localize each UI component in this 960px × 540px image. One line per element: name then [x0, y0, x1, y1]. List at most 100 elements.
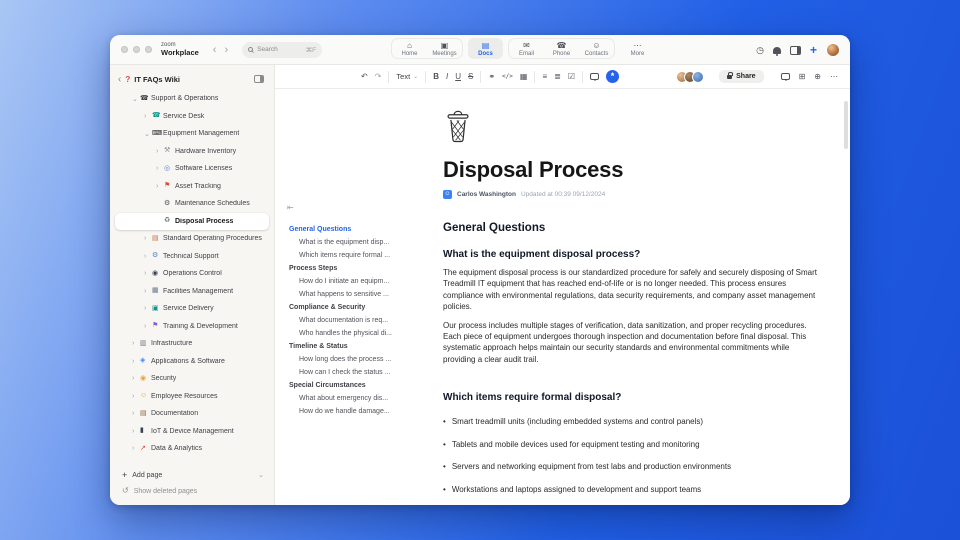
- chevron-right-icon[interactable]: ›: [144, 288, 152, 295]
- forward-icon[interactable]: ›: [224, 44, 228, 55]
- toc-item-general-questions[interactable]: General Questions: [285, 223, 435, 236]
- toc-item-process-steps[interactable]: Process Steps: [285, 262, 435, 275]
- apps-grid-icon[interactable]: ⊞: [799, 72, 806, 82]
- sidebar-item-security[interactable]: › ◉ Security: [110, 370, 274, 388]
- chevron-right-icon[interactable]: ›: [144, 323, 152, 330]
- search-input[interactable]: Search ⌘F: [242, 41, 323, 58]
- globe-icon[interactable]: ⊕: [814, 72, 821, 82]
- toc-item-how-do-i-initiate-an-equipm[interactable]: How do I initiate an equipm...: [285, 275, 435, 288]
- tab-email[interactable]: ✉ Email: [509, 39, 544, 58]
- more-options-icon[interactable]: ⋯: [830, 72, 838, 82]
- back-icon[interactable]: ‹: [213, 44, 217, 55]
- chevron-right-icon[interactable]: ›: [132, 358, 140, 365]
- toc-item-timeline-status[interactable]: Timeline & Status: [285, 340, 435, 353]
- comments-panel-icon[interactable]: [780, 73, 790, 81]
- chevron-right-icon[interactable]: ›: [132, 393, 140, 400]
- underline-button[interactable]: U: [455, 72, 461, 82]
- chevron-right-icon[interactable]: ›: [156, 183, 164, 190]
- toc-item-special-circumstances[interactable]: Special Circumstances: [285, 379, 435, 392]
- zoom-button[interactable]: [145, 46, 152, 53]
- sidebar-toggle-icon[interactable]: [789, 45, 801, 55]
- toc-item-which-items-require-formal[interactable]: Which items require formal ...: [285, 249, 435, 262]
- chevron-right-icon[interactable]: ›: [156, 165, 164, 172]
- sidebar-item-infrastructure[interactable]: › ▥ Infrastructure: [110, 335, 274, 353]
- toc-item-what-documentation-is-req[interactable]: What documentation is req...: [285, 314, 435, 327]
- sidebar-collapse-icon[interactable]: [254, 75, 264, 83]
- sidebar-item-applications-software[interactable]: › ◈ Applications & Software: [110, 353, 274, 371]
- toc-collapse-icon[interactable]: ⇤: [287, 203, 294, 212]
- toc-item-how-do-we-handle-damage[interactable]: How do we handle damage...: [285, 405, 435, 418]
- chevron-right-icon[interactable]: ›: [132, 340, 140, 347]
- sidebar-item-data-analytics[interactable]: › ↗ Data & Analytics: [110, 440, 274, 458]
- chevron-down-icon[interactable]: ⌄: [144, 130, 152, 138]
- undo-icon[interactable]: ↶: [361, 72, 368, 82]
- text-style-dropdown[interactable]: Text ⌄: [396, 72, 418, 81]
- sidebar-item-iot-device-management[interactable]: › ▮ IoT & Device Management: [110, 423, 274, 441]
- chevron-right-icon[interactable]: ›: [132, 445, 140, 452]
- tab-meetings[interactable]: ▣ Meetings: [427, 39, 462, 58]
- checklist-button[interactable]: ☑: [568, 72, 575, 82]
- comment-button[interactable]: [590, 73, 599, 81]
- tab-home[interactable]: ⌂ Home: [392, 39, 427, 58]
- sidebar-item-disposal-process[interactable]: ♻ Disposal Process: [115, 212, 269, 230]
- toc-item-compliance-security[interactable]: Compliance & Security: [285, 301, 435, 314]
- italic-button[interactable]: I: [446, 72, 448, 82]
- sidebar-item-training-development[interactable]: › ⚑ Training & Development: [110, 318, 274, 336]
- numbered-list-button[interactable]: ≣: [554, 72, 561, 82]
- toc-item-who-handles-the-physical-di[interactable]: Who handles the physical di...: [285, 327, 435, 340]
- add-page-button[interactable]: + Add page ⌄: [110, 467, 274, 483]
- toc-item-what-about-emergency-dis[interactable]: What about emergency dis...: [285, 392, 435, 405]
- chevron-right-icon[interactable]: ›: [144, 305, 152, 312]
- redo-icon[interactable]: ↷: [375, 72, 382, 82]
- chevron-right-icon[interactable]: ›: [144, 113, 152, 120]
- link-button[interactable]: ⚭: [488, 72, 495, 82]
- tab-phone[interactable]: ☎ Phone: [544, 39, 579, 58]
- close-button[interactable]: [121, 46, 128, 53]
- sidebar-item-software-licenses[interactable]: › ◎ Software Licenses: [110, 160, 274, 178]
- sidebar-item-equipment-management[interactable]: ⌄ ⌨ Equipment Management: [110, 125, 274, 143]
- sidebar-item-service-desk[interactable]: › ☎ Service Desk: [110, 108, 274, 126]
- sidebar-item-support-operations[interactable]: ⌄ ☎ Support & Operations: [110, 90, 274, 108]
- sidebar-item-standard-operating-procedures[interactable]: › ▤ Standard Operating Procedures: [110, 230, 274, 248]
- sidebar-item-maintenance-schedules[interactable]: ⚙ Maintenance Schedules: [110, 195, 274, 213]
- sidebar-item-facilities-management[interactable]: › ▦ Facilities Management: [110, 283, 274, 301]
- bold-button[interactable]: B: [433, 72, 439, 82]
- sidebar-back-icon[interactable]: ‹: [118, 74, 121, 84]
- toc-item-what-is-the-equipment-disp[interactable]: What is the equipment disp...: [285, 236, 435, 249]
- sidebar-item-service-delivery[interactable]: › ▣ Service Delivery: [110, 300, 274, 318]
- chevron-down-icon[interactable]: ⌄: [132, 95, 140, 103]
- chevron-right-icon[interactable]: ›: [144, 253, 152, 260]
- toc-item-how-can-i-check-the-status[interactable]: How can I check the status ...: [285, 366, 435, 379]
- notifications-bell-icon[interactable]: [772, 46, 781, 56]
- show-deleted-pages-button[interactable]: ↺ Show deleted pages: [110, 483, 274, 499]
- ai-assistant-button[interactable]: *: [606, 70, 619, 83]
- new-item-plus-icon[interactable]: +: [810, 44, 817, 56]
- history-clock-icon[interactable]: ◷: [756, 45, 764, 55]
- sidebar-item-operations-control[interactable]: › ◉ Operations Control: [110, 265, 274, 283]
- sidebar-item-employee-resources[interactable]: › ☺ Employee Resources: [110, 388, 274, 406]
- sidebar-item-technical-support[interactable]: › ⚙ Technical Support: [110, 248, 274, 266]
- tab-contacts[interactable]: ☺ Contacts: [579, 39, 614, 58]
- sidebar-item-asset-tracking[interactable]: › ⚑ Asset Tracking: [110, 178, 274, 196]
- minimize-button[interactable]: [133, 46, 140, 53]
- bulleted-list-button[interactable]: ≡: [542, 72, 547, 82]
- chevron-right-icon[interactable]: ›: [132, 428, 140, 435]
- toc-item-what-happens-to-sensitive[interactable]: What happens to sensitive ...: [285, 288, 435, 301]
- chevron-down-icon[interactable]: ⌄: [258, 471, 264, 479]
- chevron-right-icon[interactable]: ›: [156, 148, 164, 155]
- scrollbar[interactable]: [844, 101, 848, 149]
- code-button[interactable]: </>: [502, 72, 513, 82]
- tab-docs[interactable]: ▤ Docs: [468, 38, 503, 59]
- strikethrough-button[interactable]: S: [468, 72, 473, 82]
- collaborator-avatar[interactable]: [692, 70, 705, 83]
- toc-item-how-long-does-the-process[interactable]: How long does the process ...: [285, 353, 435, 366]
- chevron-right-icon[interactable]: ›: [144, 270, 152, 277]
- tab-more[interactable]: ⋯ More: [620, 38, 655, 59]
- chevron-right-icon[interactable]: ›: [132, 375, 140, 382]
- insert-table-button[interactable]: ▦: [520, 72, 528, 82]
- sidebar-item-documentation[interactable]: › ▤ Documentation: [110, 405, 274, 423]
- user-avatar[interactable]: [826, 43, 840, 57]
- chevron-right-icon[interactable]: ›: [132, 410, 140, 417]
- share-button[interactable]: Share: [719, 70, 764, 83]
- sidebar-item-hardware-inventory[interactable]: › ⚒ Hardware Inventory: [110, 143, 274, 161]
